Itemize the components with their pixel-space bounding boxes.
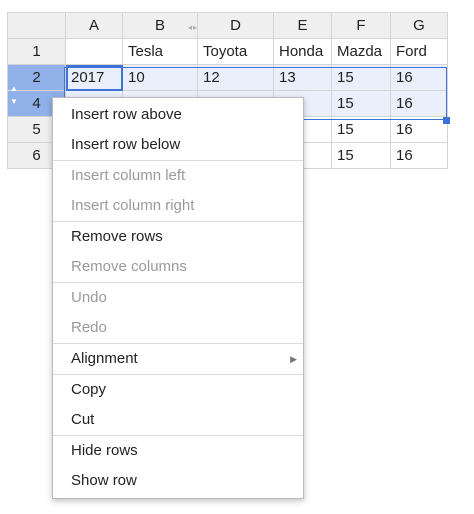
column-header-d[interactable]: D [197, 12, 274, 39]
column-header-g[interactable]: G [390, 12, 448, 39]
hidden-column-indicator[interactable]: ◂▸ [188, 23, 198, 32]
menu-item-insert-column-left: Insert column left [71, 167, 186, 184]
menu-item-remove-columns: Remove columns [71, 258, 187, 275]
table-row: 2 2017 10 12 13 15 16 [7, 64, 448, 91]
menu-item-copy[interactable]: Copy [53, 375, 303, 405]
table-row: 1 Tesla Toyota Honda Mazda Ford [7, 38, 448, 65]
fill-handle[interactable] [443, 117, 450, 124]
context-menu: Insert row above Insert row below Insert… [52, 97, 304, 499]
cell-g6[interactable]: 16 [390, 142, 448, 169]
cell-f5[interactable]: 15 [331, 116, 391, 143]
cell-e1[interactable]: Honda [273, 38, 332, 65]
menu-item-insert-row-below[interactable]: Insert row below [53, 130, 303, 160]
menu-item-undo: Undo [71, 289, 107, 306]
menu-item-alignment-label: Alignment [71, 350, 138, 367]
cell-g2[interactable]: 16 [390, 64, 448, 91]
column-header-f[interactable]: F [331, 12, 391, 39]
menu-item-hide-rows[interactable]: Hide rows [53, 436, 303, 466]
cell-g5[interactable]: 16 [390, 116, 448, 143]
cell-a1[interactable] [65, 38, 123, 65]
cell-d1[interactable]: Toyota [197, 38, 274, 65]
cell-f1[interactable]: Mazda [331, 38, 391, 65]
column-header-a[interactable]: A [65, 12, 123, 39]
menu-item-redo: Redo [71, 319, 107, 336]
menu-item-cut[interactable]: Cut [53, 405, 303, 435]
cell-f2[interactable]: 15 [331, 64, 391, 91]
menu-item-insert-column-right: Insert column right [71, 197, 195, 214]
show-hidden-row-up-icon[interactable]: ▲ [10, 85, 18, 93]
cell-b1[interactable]: Tesla [122, 38, 198, 65]
cell-e2[interactable]: 13 [273, 64, 332, 91]
cell-f6[interactable]: 15 [331, 142, 391, 169]
cell-a2[interactable]: 2017 [65, 64, 123, 91]
row-header-1[interactable]: 1 [7, 38, 66, 65]
corner-cell[interactable] [7, 12, 66, 39]
show-hidden-row-down-icon[interactable]: ▼ [10, 98, 18, 106]
submenu-arrow-icon: ▶ [290, 354, 297, 364]
menu-item-show-row[interactable]: Show row [53, 466, 303, 496]
cell-f4[interactable]: 15 [331, 90, 391, 117]
cell-g1[interactable]: Ford [390, 38, 448, 65]
cell-d2[interactable]: 12 [197, 64, 274, 91]
menu-item-alignment[interactable]: Alignment ▶ [53, 344, 303, 374]
column-header-e[interactable]: E [273, 12, 332, 39]
cell-g4[interactable]: 16 [390, 90, 448, 117]
cell-b2[interactable]: 10 [122, 64, 198, 91]
menu-item-insert-row-above[interactable]: Insert row above [53, 100, 303, 130]
menu-item-remove-rows[interactable]: Remove rows [53, 222, 303, 252]
column-header-b[interactable]: B [122, 12, 198, 39]
